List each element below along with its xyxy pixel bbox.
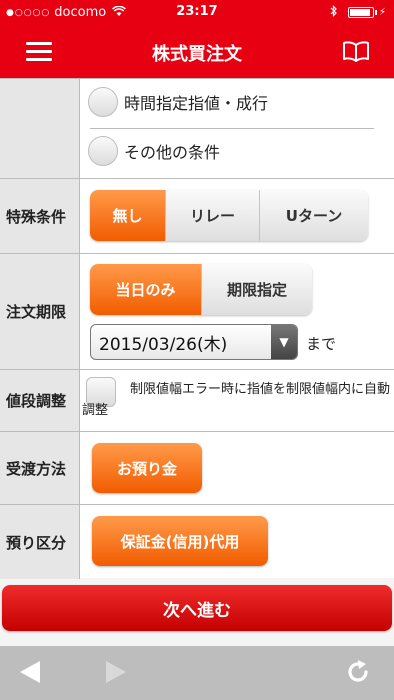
book-icon[interactable] — [342, 40, 370, 62]
until-label: まで — [306, 335, 337, 353]
radio-circle[interactable] — [88, 87, 118, 117]
refresh-icon[interactable] — [344, 658, 372, 686]
order-period-label: 注文期限 — [0, 254, 80, 369]
deposit-type-row: 預り区分 保証金(信用)代用 — [0, 505, 394, 579]
auto-adjust-text: 制限値幅エラー時に指値を制限値幅内に自動調整 — [82, 382, 391, 418]
expiry-date-select[interactable]: 2015/03/26(木) ▼ — [90, 324, 298, 360]
radio-circle[interactable] — [88, 136, 118, 166]
battery-icon — [347, 7, 374, 18]
back-arrow-icon[interactable] — [20, 661, 40, 683]
special-condition-row: 特殊条件 無し リレー Uターン — [0, 179, 394, 254]
special-condition-segment: 無し リレー Uターン — [90, 190, 368, 241]
forward-arrow-icon[interactable] — [106, 661, 126, 683]
condition-label — [0, 79, 80, 178]
margin-substitute-button[interactable]: 保証金(信用)代用 — [92, 516, 268, 566]
order-condition-row: 時間指定指値・成行 その他の条件 — [0, 79, 394, 179]
period-today-button[interactable]: 当日のみ — [90, 264, 202, 315]
radio-other-condition[interactable]: その他の条件 — [88, 136, 220, 166]
expiry-date-value: 2015/03/26(木) — [99, 334, 228, 355]
next-button[interactable]: 次へ進む — [2, 585, 392, 631]
bluetooth-icon — [330, 5, 338, 20]
deposit-type-label: 預り区分 — [0, 505, 80, 579]
delivery-method-label: 受渡方法 — [0, 432, 80, 504]
special-uturn-button[interactable]: Uターン — [260, 190, 368, 241]
page-title: 株式買注文 — [152, 44, 242, 65]
order-period-segment: 当日のみ 期限指定 — [90, 264, 312, 315]
radio-time-limit-market[interactable]: 時間指定指値・成行 — [88, 87, 268, 117]
order-form: 時間指定指値・成行 その他の条件 特殊条件 無し リレー Uターン 注文期限 当… — [0, 78, 394, 579]
price-adjust-label: 値段調整 — [0, 370, 80, 431]
bottom-toolbar — [0, 646, 394, 700]
status-bar: ●○○○○ docomo 23:17 ⚡ — [0, 0, 394, 26]
radio-label: 時間指定指値・成行 — [124, 94, 269, 113]
radio-label: その他の条件 — [124, 143, 221, 162]
nav-bar: 株式買注文 — [0, 26, 394, 78]
divider — [90, 128, 374, 129]
special-none-button[interactable]: 無し — [90, 190, 166, 241]
charging-icon: ⚡ — [378, 7, 386, 18]
delivery-method-row: 受渡方法 お預り金 — [0, 432, 394, 505]
special-condition-label: 特殊条件 — [0, 179, 80, 253]
order-period-row: 注文期限 当日のみ 期限指定 2015/03/26(木) ▼ まで — [0, 254, 394, 370]
price-adjust-row: 値段調整 制限値幅エラー時に指値を制限値幅内に自動調整 — [0, 370, 394, 432]
dropdown-arrow-icon[interactable]: ▼ — [271, 325, 297, 359]
period-specify-button[interactable]: 期限指定 — [202, 264, 312, 315]
battery-tip — [374, 10, 377, 15]
special-relay-button[interactable]: リレー — [166, 190, 260, 241]
deposit-money-button[interactable]: お預り金 — [92, 443, 202, 493]
